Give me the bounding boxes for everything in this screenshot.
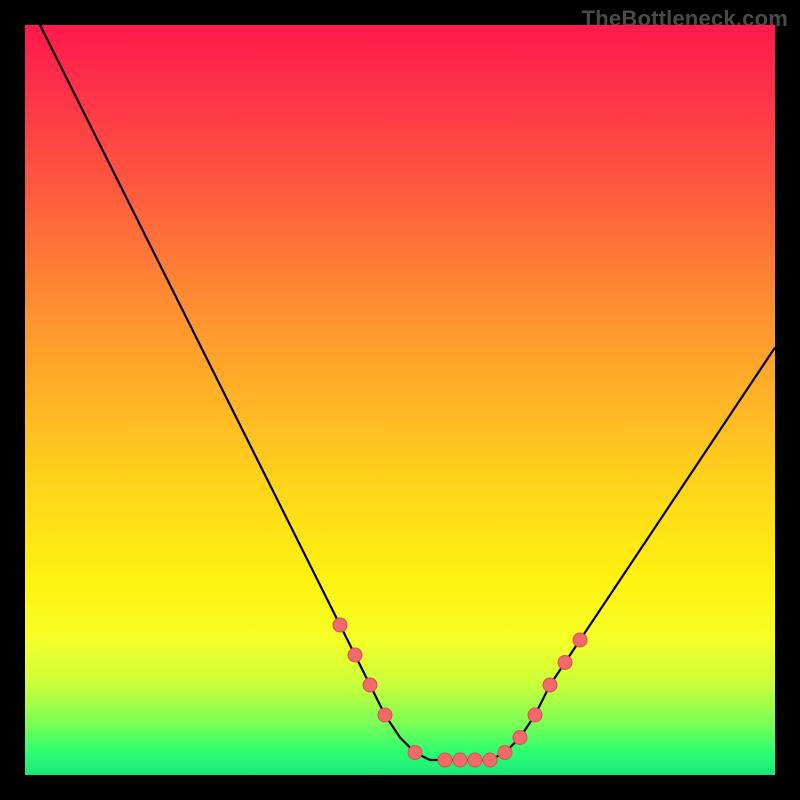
chart-frame: TheBottleneck.com bbox=[0, 0, 800, 800]
marker-dot bbox=[513, 731, 527, 745]
marker-group bbox=[333, 618, 587, 767]
marker-dot bbox=[558, 656, 572, 670]
marker-dot bbox=[363, 678, 377, 692]
marker-dot bbox=[333, 618, 347, 632]
marker-dot bbox=[348, 648, 362, 662]
marker-dot bbox=[543, 678, 557, 692]
marker-dot bbox=[438, 753, 452, 767]
bottleneck-curve bbox=[40, 25, 775, 760]
marker-dot bbox=[528, 708, 542, 722]
marker-dot bbox=[378, 708, 392, 722]
marker-dot bbox=[453, 753, 467, 767]
curve-svg bbox=[25, 25, 775, 775]
marker-dot bbox=[483, 753, 497, 767]
marker-dot bbox=[408, 746, 422, 760]
marker-dot bbox=[498, 746, 512, 760]
marker-dot bbox=[468, 753, 482, 767]
marker-dot bbox=[573, 633, 587, 647]
plot-area bbox=[25, 25, 775, 775]
